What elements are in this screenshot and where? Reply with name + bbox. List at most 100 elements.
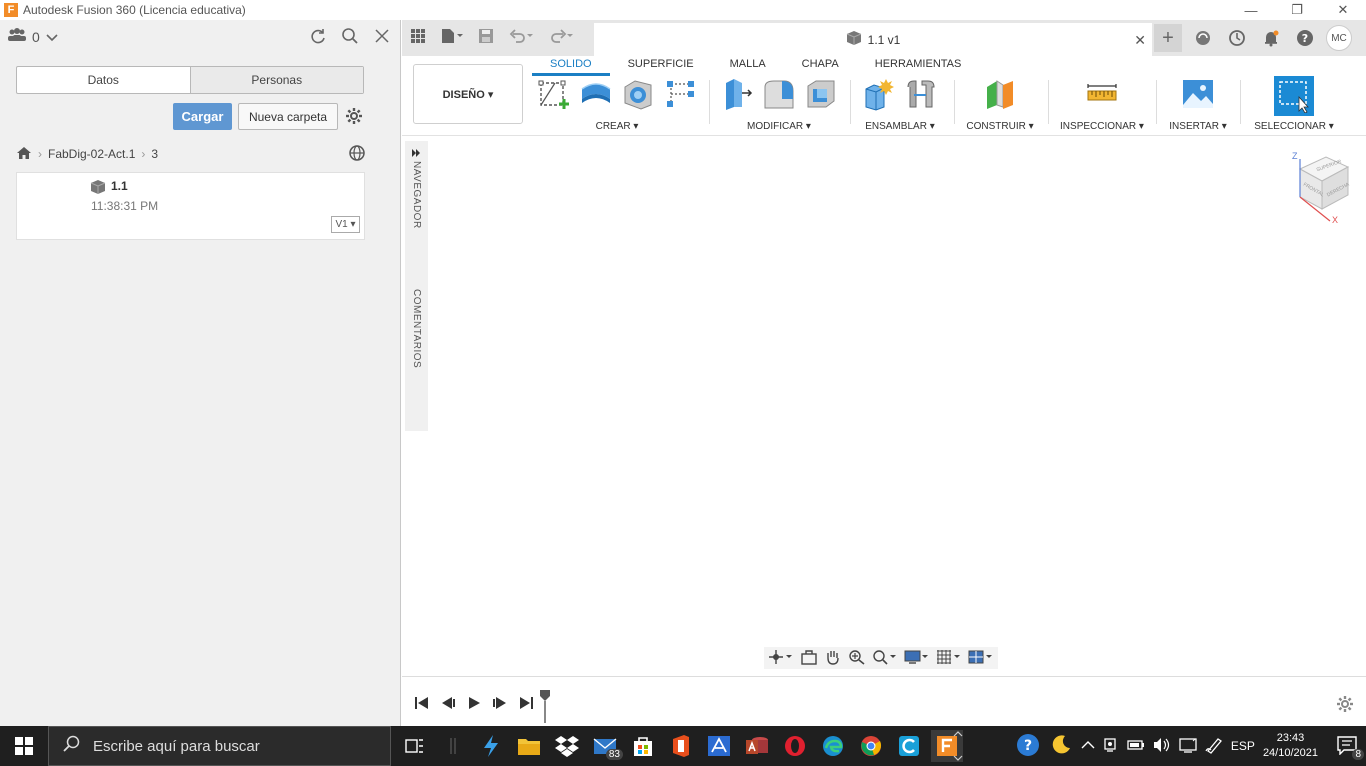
step-back-icon[interactable] [440, 695, 456, 714]
microsoft-store-icon[interactable] [627, 730, 659, 762]
search-icon[interactable] [340, 26, 360, 46]
new-folder-button[interactable]: Nueva carpeta [238, 103, 338, 130]
volume-icon[interactable] [1153, 737, 1171, 756]
grid-settings-icon[interactable] [936, 649, 962, 668]
extrude-icon[interactable] [578, 76, 614, 112]
team-selector[interactable]: 0 [8, 28, 58, 45]
group-seleccionar-label[interactable]: SELECCIONAR ▾ [1250, 121, 1338, 132]
group-insertar-label[interactable]: INSERTAR ▾ [1166, 121, 1230, 132]
group-inspeccionar-label[interactable]: INSPECCIONAR ▾ [1056, 121, 1148, 132]
canvas-viewport[interactable]: NAVEGADOR COMENTARIOS Z X SUPERIOR FRONT… [402, 137, 1366, 673]
lightning-app-icon[interactable] [475, 730, 507, 762]
battery-icon[interactable] [1127, 739, 1145, 754]
opera-browser-icon[interactable] [779, 730, 811, 762]
help-icon[interactable]: ? [1292, 24, 1318, 52]
extensions-icon[interactable] [1190, 24, 1216, 52]
notification-center-icon[interactable]: 8 [1336, 735, 1364, 760]
revolve-icon[interactable] [620, 76, 656, 112]
step-forward-icon[interactable] [492, 695, 508, 714]
breadcrumb-project[interactable]: FabDig-02-Act.1 [48, 147, 135, 161]
offset-plane-icon[interactable] [982, 76, 1018, 112]
timeline-marker[interactable] [539, 689, 551, 726]
chrome-browser-icon[interactable] [855, 730, 887, 762]
insert-image-icon[interactable] [1180, 76, 1216, 112]
browser-label[interactable]: NAVEGADOR [411, 161, 422, 229]
access-icon[interactable] [741, 730, 773, 762]
help-tray-icon[interactable]: ? [1015, 732, 1041, 761]
fit-zoom-icon[interactable] [872, 649, 898, 668]
taskbar-clock[interactable]: 23:43 24/10/2021 [1263, 731, 1318, 761]
play-icon[interactable] [466, 695, 482, 714]
edge-browser-icon[interactable] [817, 730, 849, 762]
document-tab[interactable]: 1.1 v1 ✕ [594, 23, 1152, 56]
joint-icon[interactable] [903, 76, 939, 112]
avatar[interactable]: MC [1326, 25, 1352, 51]
task-view-icon[interactable] [399, 730, 431, 762]
timeline-settings-gear-icon[interactable] [1336, 695, 1354, 716]
job-status-icon[interactable] [1224, 24, 1250, 52]
chevron-up-icon[interactable] [1081, 739, 1095, 753]
expand-arrow-icon[interactable] [411, 147, 421, 161]
orbit-icon[interactable] [768, 649, 794, 668]
webcam-tray-icon[interactable] [1103, 737, 1119, 756]
go-to-start-icon[interactable] [414, 695, 430, 714]
grid-menu-icon[interactable] [410, 28, 426, 47]
go-to-end-icon[interactable] [518, 695, 534, 714]
workspace-selector[interactable]: DISEÑO ▾ [413, 64, 523, 124]
file-menu-icon[interactable] [440, 28, 464, 47]
create-sketch-icon[interactable] [536, 76, 572, 112]
input-language[interactable]: ESP [1231, 739, 1255, 753]
press-pull-icon[interactable] [719, 76, 755, 112]
fillet-icon[interactable] [761, 76, 797, 112]
version-dropdown[interactable]: V1 ▾ [331, 216, 360, 233]
pattern-icon[interactable] [662, 76, 698, 112]
comments-label[interactable]: COMENTARIOS [411, 289, 422, 368]
look-at-icon[interactable] [800, 649, 818, 668]
upload-button[interactable]: Cargar [173, 103, 232, 130]
undo-icon[interactable] [508, 28, 534, 47]
home-icon[interactable] [16, 146, 32, 163]
zoom-icon[interactable] [848, 649, 866, 668]
office-icon[interactable] [665, 730, 697, 762]
group-crear-label[interactable]: CREAR ▾ [536, 121, 698, 132]
select-window-icon[interactable] [1274, 76, 1314, 116]
pen-workspace-icon[interactable] [1205, 736, 1223, 757]
tab-superficie[interactable]: SUPERFICIE [610, 56, 712, 76]
minimize-button[interactable]: — [1228, 0, 1274, 20]
notifications-bell-icon[interactable] [1258, 24, 1284, 52]
restore-button[interactable]: ❐ [1274, 0, 1320, 20]
tab-datos[interactable]: Datos [17, 67, 190, 93]
taskbar-scroll-icon[interactable] [953, 728, 963, 766]
close-tab-icon[interactable]: ✕ [1134, 32, 1146, 49]
group-ensamblar-label[interactable]: ENSAMBLAR ▾ [858, 121, 942, 132]
measure-icon[interactable] [1084, 76, 1120, 112]
viewcube[interactable]: Z X SUPERIOR FRONTAL DERECHA [1290, 151, 1356, 230]
shell-icon[interactable] [803, 76, 839, 112]
save-icon[interactable] [478, 28, 494, 47]
tab-chapa[interactable]: CHAPA [784, 56, 857, 76]
file-item[interactable]: 1.1 11:38:31 PM V1 ▾ [16, 172, 365, 240]
network-icon[interactable] [1179, 737, 1197, 756]
group-modificar-label[interactable]: MODIFICAR ▾ [718, 121, 840, 132]
pan-hand-icon[interactable] [824, 649, 842, 668]
autodesk-app-icon[interactable] [703, 730, 735, 762]
tab-personas[interactable]: Personas [189, 67, 363, 93]
viewports-icon[interactable] [968, 649, 994, 668]
close-window-button[interactable]: ✕ [1320, 0, 1366, 20]
moon-tray-icon[interactable] [1049, 733, 1073, 760]
gear-icon[interactable] [344, 106, 364, 126]
ccleaner-app-icon[interactable] [893, 730, 925, 762]
display-settings-icon[interactable] [904, 649, 930, 668]
breadcrumb-folder[interactable]: 3 [151, 147, 158, 161]
tab-solido[interactable]: SOLIDO [532, 56, 610, 76]
taskbar-search-box[interactable]: Escribe aquí para buscar [48, 726, 391, 766]
windows-start-button[interactable] [0, 726, 48, 766]
mail-icon[interactable]: 83 [589, 730, 623, 762]
globe-icon[interactable] [348, 144, 366, 165]
refresh-icon[interactable] [308, 26, 328, 46]
file-explorer-icon[interactable] [513, 730, 545, 762]
tab-malla[interactable]: MALLA [712, 56, 784, 76]
redo-icon[interactable] [548, 28, 574, 47]
close-icon[interactable] [372, 26, 392, 46]
group-construir-label[interactable]: CONSTRUIR ▾ [962, 121, 1038, 132]
